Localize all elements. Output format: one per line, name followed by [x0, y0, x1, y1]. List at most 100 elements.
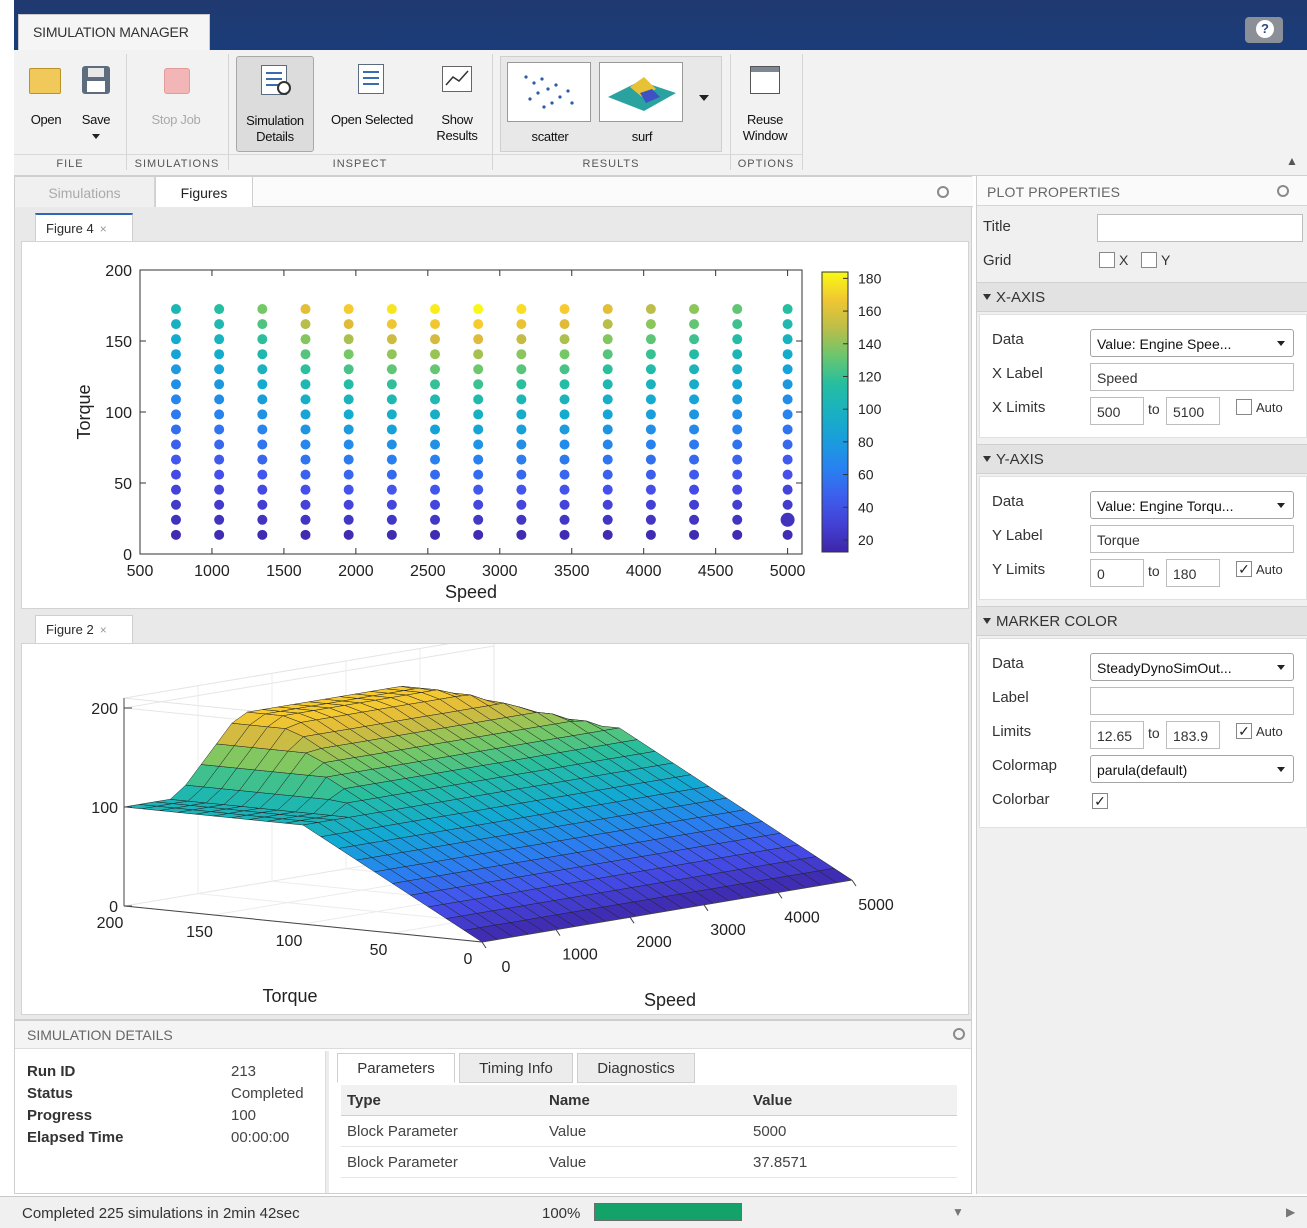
scatter-point	[170, 484, 181, 495]
scatter-point	[559, 334, 570, 345]
surface-plot[interactable]: 0100200050100150200010002000300040005000…	[22, 635, 968, 1014]
scatter-point	[386, 454, 397, 465]
scatter-point	[473, 379, 484, 390]
status-bar: Completed 225 simulations in 2min 42sec …	[0, 1196, 1307, 1228]
scatter-point	[516, 379, 527, 390]
scatter-point	[782, 499, 793, 510]
collapse-icon[interactable]: ▼	[952, 1205, 964, 1219]
speed-tick	[555, 929, 561, 936]
reuse-window-button[interactable]: Reuse Window	[734, 56, 796, 152]
scatter-point	[430, 439, 441, 450]
x-label-field[interactable]: Speed	[1090, 363, 1294, 391]
table-row[interactable]: Block Parameter Value 5000	[341, 1116, 957, 1147]
x-auto-checkbox[interactable]	[1236, 399, 1252, 415]
tab-timing-info[interactable]: Timing Info	[459, 1053, 573, 1083]
panel-options-icon[interactable]	[937, 186, 949, 198]
scatter-point	[257, 379, 268, 390]
color-min-field[interactable]: 12.65	[1090, 721, 1144, 749]
close-icon[interactable]: ×	[100, 222, 107, 236]
dropdown-arrow-icon	[1277, 341, 1285, 346]
scatter-point	[732, 484, 743, 495]
tab-figures[interactable]: Figures	[155, 177, 253, 207]
x-tick-label: 2500	[410, 563, 446, 580]
show-results-button[interactable]: Show Results	[428, 56, 486, 152]
tab-figure-4[interactable]: Figure 4 ×	[35, 213, 133, 241]
column-header-type[interactable]: Type	[347, 1092, 381, 1109]
column-header-name[interactable]: Name	[549, 1092, 590, 1109]
scatter-plot[interactable]: 500 1000 1500 2000 2500 3000 3500 4000 4500 5000 0…	[22, 242, 968, 608]
color-label-field[interactable]	[1090, 687, 1294, 715]
scatter-point	[430, 334, 441, 345]
open-button[interactable]: Open	[22, 56, 68, 152]
save-label: Save	[81, 112, 111, 127]
scatter-point	[343, 499, 354, 510]
simulation-details-button[interactable]: Simulation Details	[236, 56, 314, 152]
y-axis-section[interactable]: Y-AXIS	[977, 444, 1307, 474]
scatter-point	[170, 364, 181, 375]
y-data-select[interactable]: Value: Engine Torqu...	[1090, 491, 1294, 519]
tab-simulation-manager[interactable]: SIMULATION MANAGER	[18, 14, 210, 50]
scatter-point	[559, 364, 570, 375]
gallery-more-icon[interactable]	[699, 95, 709, 101]
show-results-label-1: Show	[441, 112, 473, 127]
tab-simulations[interactable]: Simulations	[15, 177, 155, 207]
scatter-point	[782, 349, 793, 360]
scatter-gallery-item[interactable]: scatter	[507, 57, 593, 151]
grid-x-checkbox[interactable]	[1099, 252, 1115, 268]
scatter-point	[300, 304, 311, 315]
grid-y-checkbox[interactable]	[1141, 252, 1157, 268]
y-tick-label: 100	[105, 405, 132, 422]
collapse-triangle-icon	[983, 618, 991, 624]
table-cell: Value	[549, 1154, 587, 1171]
expand-right-icon[interactable]: ▶	[1286, 1205, 1295, 1219]
stop-job-button[interactable]: Stop Job	[140, 56, 212, 152]
colorbar-checkbox[interactable]: ✓	[1092, 793, 1108, 809]
y-label-field[interactable]: Torque	[1090, 525, 1294, 553]
table-row[interactable]: Block Parameter Value 37.8571	[341, 1147, 957, 1178]
scatter-point	[257, 454, 268, 465]
header-edge	[0, 0, 14, 50]
section-options: OPTIONS	[730, 154, 802, 174]
scatter-point	[782, 454, 793, 465]
scatter-point	[170, 514, 181, 525]
help-button[interactable]: ?	[1245, 17, 1283, 43]
scatter-point	[300, 469, 311, 480]
details-splitter[interactable]	[325, 1051, 329, 1193]
scatter-point	[473, 499, 484, 510]
stop-job-label: Stop Job	[151, 112, 201, 127]
x-max-field[interactable]: 5100	[1166, 397, 1220, 425]
open-selected-button[interactable]: Open Selected	[320, 56, 424, 152]
x-data-label: Data	[992, 331, 1024, 348]
tab-figure-2[interactable]: Figure 2 ×	[35, 615, 133, 643]
scatter-point	[559, 454, 570, 465]
save-button[interactable]: Save	[74, 56, 118, 152]
marker-color-section[interactable]: MARKER COLOR	[977, 606, 1307, 636]
scatter-point	[473, 319, 484, 330]
color-max-field[interactable]: 183.9	[1166, 721, 1220, 749]
close-icon[interactable]: ×	[100, 623, 107, 637]
x-axis-section[interactable]: X-AXIS	[977, 282, 1307, 312]
scatter-point	[732, 349, 743, 360]
tab-diagnostics[interactable]: Diagnostics	[577, 1053, 695, 1083]
scatter-point	[257, 349, 268, 360]
y-auto-checkbox[interactable]: ✓	[1236, 561, 1252, 577]
x-data-select[interactable]: Value: Engine Spee...	[1090, 329, 1294, 357]
scatter-point	[300, 334, 311, 345]
panel-options-icon[interactable]	[1277, 185, 1289, 197]
figure-4-area: 500 1000 1500 2000 2500 3000 3500 4000 4500 5000 0…	[21, 241, 969, 609]
color-auto-checkbox[interactable]: ✓	[1236, 723, 1252, 739]
panel-options-icon[interactable]	[953, 1028, 965, 1040]
line-chart-glyph	[445, 70, 469, 86]
column-header-value[interactable]: Value	[753, 1092, 792, 1109]
collapse-ribbon-icon[interactable]: ▲	[1286, 154, 1298, 168]
surf-gallery-item[interactable]: surf	[599, 57, 685, 151]
y-max-field[interactable]: 180	[1166, 559, 1220, 587]
y-tick-label: 50	[114, 476, 132, 493]
y-min-field[interactable]: 0	[1090, 559, 1144, 587]
tab-parameters[interactable]: Parameters	[337, 1053, 455, 1083]
x-min-field[interactable]: 500	[1090, 397, 1144, 425]
color-data-select[interactable]: SteadyDynoSimOut...	[1090, 653, 1294, 681]
colormap-select[interactable]: parula(default)	[1090, 755, 1294, 783]
title-field[interactable]	[1097, 214, 1303, 242]
x-label-label: X Label	[992, 365, 1043, 382]
